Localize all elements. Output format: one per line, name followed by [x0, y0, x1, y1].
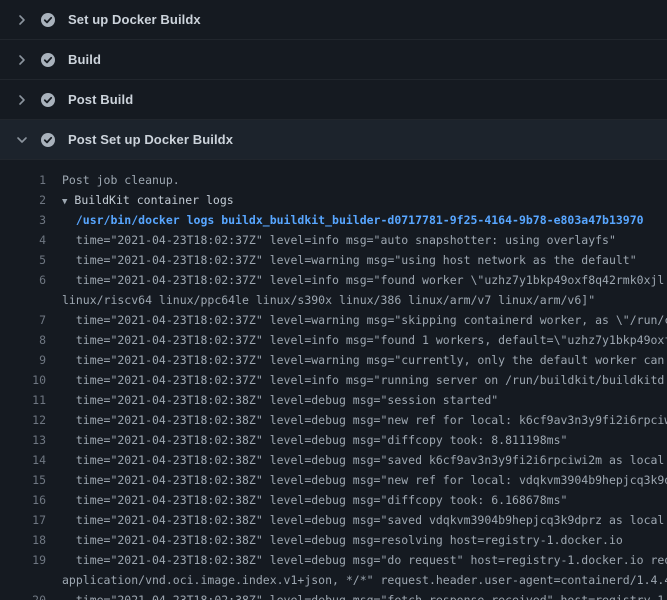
- log-line: 14 time="2021-04-23T18:02:38Z" level=deb…: [0, 450, 667, 470]
- line-number[interactable]: 13: [0, 430, 46, 450]
- log-group-label: BuildKit container logs: [74, 193, 233, 207]
- log-text: time="2021-04-23T18:02:37Z" level=info m…: [46, 330, 667, 350]
- line-number: [0, 290, 46, 310]
- log-group-toggle[interactable]: ▼ BuildKit container logs: [46, 190, 234, 210]
- log-text: time="2021-04-23T18:02:37Z" level=warnin…: [46, 250, 637, 270]
- step-title: Post Set up Docker Buildx: [68, 132, 233, 147]
- log-text: time="2021-04-23T18:02:38Z" level=debug …: [46, 510, 667, 530]
- line-number[interactable]: 4: [0, 230, 46, 250]
- log-text: time="2021-04-23T18:02:38Z" level=debug …: [46, 550, 667, 570]
- log-text: time="2021-04-23T18:02:37Z" level=info m…: [46, 270, 667, 290]
- step-title: Post Build: [68, 92, 133, 107]
- check-circle-icon: [40, 12, 56, 28]
- line-number[interactable]: 14: [0, 450, 46, 470]
- log-text: Post job cleanup.: [46, 170, 180, 190]
- line-number[interactable]: 2: [0, 190, 46, 210]
- line-number[interactable]: 19: [0, 550, 46, 570]
- log-line: 12 time="2021-04-23T18:02:38Z" level=deb…: [0, 410, 667, 430]
- line-number[interactable]: 1: [0, 170, 46, 190]
- line-number[interactable]: 10: [0, 370, 46, 390]
- log-line: 6 time="2021-04-23T18:02:37Z" level=info…: [0, 270, 667, 290]
- line-number[interactable]: 11: [0, 390, 46, 410]
- log-line: 3 /usr/bin/docker logs buildx_buildkit_b…: [0, 210, 667, 230]
- step-title: Set up Docker Buildx: [68, 12, 201, 27]
- log-area: 1Post job cleanup.2 ▼ BuildKit container l…: [0, 160, 667, 600]
- log-text: time="2021-04-23T18:02:38Z" level=debug …: [46, 590, 667, 600]
- line-number[interactable]: 7: [0, 310, 46, 330]
- log-line: 9 time="2021-04-23T18:02:37Z" level=warn…: [0, 350, 667, 370]
- check-circle-icon: [40, 132, 56, 148]
- log-line: 18 time="2021-04-23T18:02:38Z" level=deb…: [0, 530, 667, 550]
- group-expanded-arrow-icon: ▼: [62, 192, 67, 210]
- log-line: 19 time="2021-04-23T18:02:38Z" level=deb…: [0, 550, 667, 570]
- log-line: 7 time="2021-04-23T18:02:37Z" level=warn…: [0, 310, 667, 330]
- steps-list: Set up Docker Buildx Build Post Build Post …: [0, 0, 667, 160]
- log-line: 15 time="2021-04-23T18:02:38Z" level=deb…: [0, 470, 667, 490]
- actions-log-viewer: Set up Docker Buildx Build Post Build Post …: [0, 0, 667, 600]
- log-text: time="2021-04-23T18:02:37Z" level=warnin…: [46, 310, 667, 330]
- chevron-right-icon: [14, 52, 30, 68]
- step-header[interactable]: Build: [0, 40, 667, 80]
- chevron-right-icon: [14, 92, 30, 108]
- log-line: application/vnd.oci.image.index.v1+json,…: [0, 570, 667, 590]
- line-number: [0, 570, 46, 590]
- log-text: time="2021-04-23T18:02:37Z" level=info m…: [46, 230, 616, 250]
- line-number[interactable]: 12: [0, 410, 46, 430]
- check-circle-icon: [40, 92, 56, 108]
- log-text: linux/riscv64 linux/ppc64le linux/s390x …: [46, 290, 595, 310]
- log-line: 5 time="2021-04-23T18:02:37Z" level=warn…: [0, 250, 667, 270]
- log-text: time="2021-04-23T18:02:38Z" level=debug …: [46, 490, 567, 510]
- log-line: linux/riscv64 linux/ppc64le linux/s390x …: [0, 290, 667, 310]
- log-line: 11 time="2021-04-23T18:02:38Z" level=deb…: [0, 390, 667, 410]
- line-number[interactable]: 8: [0, 330, 46, 350]
- log-line: 17 time="2021-04-23T18:02:38Z" level=deb…: [0, 510, 667, 530]
- line-number[interactable]: 5: [0, 250, 46, 270]
- log-line: 10 time="2021-04-23T18:02:37Z" level=inf…: [0, 370, 667, 390]
- log-line: 8 time="2021-04-23T18:02:37Z" level=info…: [0, 330, 667, 350]
- log-text: application/vnd.oci.image.index.v1+json,…: [46, 570, 667, 590]
- log-line: 2 ▼ BuildKit container logs: [0, 190, 667, 210]
- step-header[interactable]: Post Build: [0, 80, 667, 120]
- log-command-text: /usr/bin/docker logs buildx_buildkit_bui…: [46, 210, 644, 230]
- chevron-right-icon: [14, 12, 30, 28]
- log-text: time="2021-04-23T18:02:38Z" level=debug …: [46, 450, 667, 470]
- log-text: time="2021-04-23T18:02:38Z" level=debug …: [46, 530, 623, 550]
- log-line: 20 time="2021-04-23T18:02:38Z" level=deb…: [0, 590, 667, 600]
- log-line: 1Post job cleanup.: [0, 170, 667, 190]
- log-line: 13 time="2021-04-23T18:02:38Z" level=deb…: [0, 430, 667, 450]
- chevron-down-icon: [14, 132, 30, 148]
- log-line: 16 time="2021-04-23T18:02:38Z" level=deb…: [0, 490, 667, 510]
- log-text: time="2021-04-23T18:02:38Z" level=debug …: [46, 410, 667, 430]
- step-title: Build: [68, 52, 101, 67]
- line-number[interactable]: 18: [0, 530, 46, 550]
- log-text: time="2021-04-23T18:02:38Z" level=debug …: [46, 470, 667, 490]
- line-number[interactable]: 16: [0, 490, 46, 510]
- line-number[interactable]: 6: [0, 270, 46, 290]
- line-number[interactable]: 15: [0, 470, 46, 490]
- log-text: time="2021-04-23T18:02:38Z" level=debug …: [46, 390, 498, 410]
- log-text: time="2021-04-23T18:02:37Z" level=info m…: [46, 370, 667, 390]
- log-text: time="2021-04-23T18:02:37Z" level=warnin…: [46, 350, 667, 370]
- log-line: 4 time="2021-04-23T18:02:37Z" level=info…: [0, 230, 667, 250]
- check-circle-icon: [40, 52, 56, 68]
- line-number[interactable]: 20: [0, 590, 46, 600]
- line-number[interactable]: 17: [0, 510, 46, 530]
- step-header[interactable]: Set up Docker Buildx: [0, 0, 667, 40]
- step-header[interactable]: Post Set up Docker Buildx: [0, 120, 667, 160]
- log-text: time="2021-04-23T18:02:38Z" level=debug …: [46, 430, 567, 450]
- line-number[interactable]: 9: [0, 350, 46, 370]
- line-number[interactable]: 3: [0, 210, 46, 230]
